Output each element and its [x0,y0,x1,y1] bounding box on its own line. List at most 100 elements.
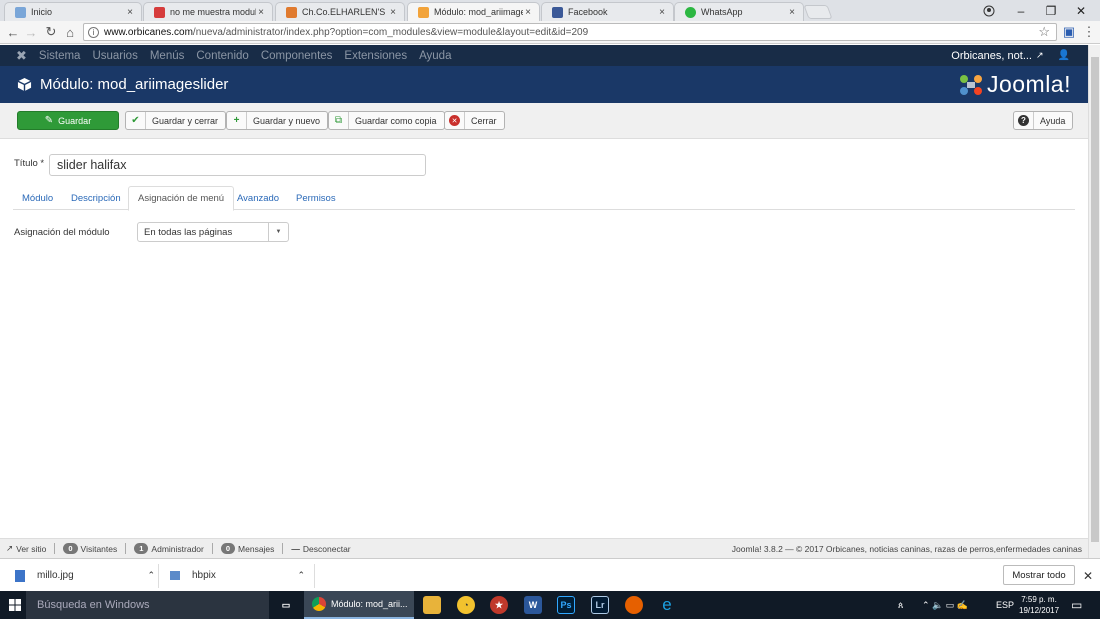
visitors-status[interactable]: 0 Visitantes [63,543,117,554]
tab-title: Facebook [568,7,608,17]
joomla-favicon [418,6,429,18]
save-copy-button[interactable]: ⧉ Guardar como copia [328,111,445,130]
tab-modulo[interactable]: Módulo [13,186,62,210]
save-label: Guardar [58,115,92,126]
menu-sistema[interactable]: Sistema [39,50,81,62]
tab-avanzado[interactable]: Avanzado [228,186,288,210]
task-view-icon[interactable]: ▭ [277,596,295,614]
menu-componentes[interactable]: Componentes [261,50,333,62]
chrome-menu-icon[interactable]: ⋮ [1080,24,1098,40]
lightroom-icon[interactable]: Lr [591,596,609,614]
show-all-button[interactable]: Mostrar todo [1003,565,1075,585]
extension-icon[interactable]: ▣ [1060,24,1078,40]
word-icon[interactable]: W [524,596,542,614]
download-item[interactable]: millo.jpg ⌃ [15,559,155,592]
bookmark-star-icon[interactable]: ☆ [1038,24,1050,40]
firefox-icon[interactable] [625,596,643,614]
people-icon[interactable]: ጰ [898,591,903,619]
clock[interactable]: 7:59 p. m. 19/12/2017 [1019,591,1059,619]
minus-icon: — [291,543,300,554]
window-close-icon[interactable]: ✕ [1066,0,1096,21]
tab-asignacion-menu[interactable]: Asignación de menú [128,186,235,211]
app-icon[interactable]: ◔ [457,596,475,614]
messages-status[interactable]: 0 Mensajes [220,543,274,554]
menu-usuarios[interactable]: Usuarios [92,50,137,62]
view-site-link[interactable]: ↗ Ver sitio [6,543,46,554]
search-placeholder: Búsqueda en Windows [37,599,150,611]
assignment-label: Asignación del módulo [14,227,110,238]
save-close-button[interactable]: ✔ Guardar y cerrar [125,111,227,130]
close-tab-icon[interactable]: × [787,7,797,18]
save-new-button[interactable]: + Guardar y nuevo [226,111,329,130]
profile-icon[interactable] [974,0,1004,21]
user-menu-icon[interactable]: 👤 [1058,50,1070,61]
external-link-icon[interactable]: ↗ [1036,50,1044,61]
new-tab-button[interactable] [803,5,833,19]
browser-tab[interactable]: Inicio × [4,2,142,21]
download-item[interactable]: hbpix ⌃ [170,559,305,592]
file-explorer-icon[interactable] [423,596,441,614]
copy-icon: ⧉ [329,112,349,129]
tab-permisos[interactable]: Permisos [287,186,345,210]
admin-status-bar: ↗ Ver sitio 0 Visitantes 1 Administrador… [0,538,1088,558]
menu-extensiones[interactable]: Extensiones [344,50,407,62]
close-tab-icon[interactable]: × [125,7,135,18]
tab-favicon [154,6,165,18]
language-indicator[interactable]: ESP [996,591,1014,619]
admins-status[interactable]: 1 Administrador [134,543,204,554]
reload-icon[interactable]: ↻ [42,24,60,40]
tab-descripcion[interactable]: Descripción [62,186,130,210]
menu-ayuda[interactable]: Ayuda [419,50,451,62]
photoshop-icon[interactable]: Ps [557,596,575,614]
page-header: Módulo: mod_ariimageslider Joomla! [0,66,1088,103]
close-tab-icon[interactable]: × [523,7,533,18]
edit-icon: ✎ [44,115,54,126]
notifications-icon[interactable]: ▭ [1071,591,1082,619]
browser-tab[interactable]: Facebook × [541,2,674,21]
close-tab-icon[interactable]: × [657,7,667,18]
close-button[interactable]: ✕ Cerrar [444,111,505,130]
admins-badge: 1 [134,543,149,554]
tab-favicon [286,6,297,18]
divider [211,543,213,554]
action-toolbar: ✎ Guardar ✔ Guardar y cerrar + Guardar y… [0,103,1088,139]
internet-explorer-icon[interactable]: e [658,595,676,614]
windows-search-input[interactable]: Búsqueda en Windows [26,591,269,619]
close-tab-icon[interactable]: × [388,7,398,18]
minimize-icon[interactable]: – [1006,0,1036,21]
help-button[interactable]: ? Ayuda [1013,111,1074,130]
assignment-select[interactable]: En todas las páginas ▼ [137,222,289,242]
download-filename: hbpix [192,570,216,581]
save-button[interactable]: ✎ Guardar [17,111,119,130]
site-link[interactable]: Orbicanes, not... [951,50,1032,62]
home-icon[interactable]: ⌂ [61,24,79,40]
close-downloads-icon[interactable]: ✕ [1083,559,1093,592]
restore-icon[interactable]: ❐ [1036,0,1066,21]
back-icon[interactable]: ← [4,24,22,40]
scrollbar-thumb[interactable] [1091,57,1099,542]
browser-tab-active[interactable]: Módulo: mod_ariimages × [407,2,540,21]
forward-icon[interactable]: → [22,24,40,40]
tab-title: Inicio [31,7,53,17]
tray-icons[interactable]: ⌃ 🔈 ▭ ✍ [922,591,968,619]
browser-tab[interactable]: Ch.Co.ELHARLEN'S HALI × [275,2,405,21]
menu-menus[interactable]: Menús [150,50,185,62]
app-icon[interactable]: ★ [490,596,508,614]
address-bar: ← → ↻ ⌂ i www.orbicanes.com /nueva/admin… [0,21,1100,44]
logout-link[interactable]: — Desconectar [291,544,350,554]
browser-tab[interactable]: WhatsApp × [674,2,804,21]
chevron-up-icon[interactable]: ⌃ [297,570,305,581]
url-path: /nueva/administrator/index.php?option=co… [192,26,589,38]
close-tab-icon[interactable]: × [256,7,266,18]
logout-label: Desconectar [302,543,351,554]
browser-tab[interactable]: no me muestra modulos × [143,2,273,21]
title-input[interactable]: slider halifax [49,154,426,176]
info-icon[interactable]: i [88,26,99,38]
windows-start-icon[interactable] [9,599,21,614]
taskbar-chrome-app[interactable]: Módulo: mod_arii... [304,591,414,619]
chevron-up-icon[interactable]: ⌃ [147,570,155,581]
menu-contenido[interactable]: Contenido [196,50,248,62]
url-input[interactable]: i www.orbicanes.com /nueva/administrator… [83,23,1057,41]
joomla-menu-icon[interactable]: ✖ [16,48,27,64]
page-scrollbar[interactable] [1088,45,1100,558]
